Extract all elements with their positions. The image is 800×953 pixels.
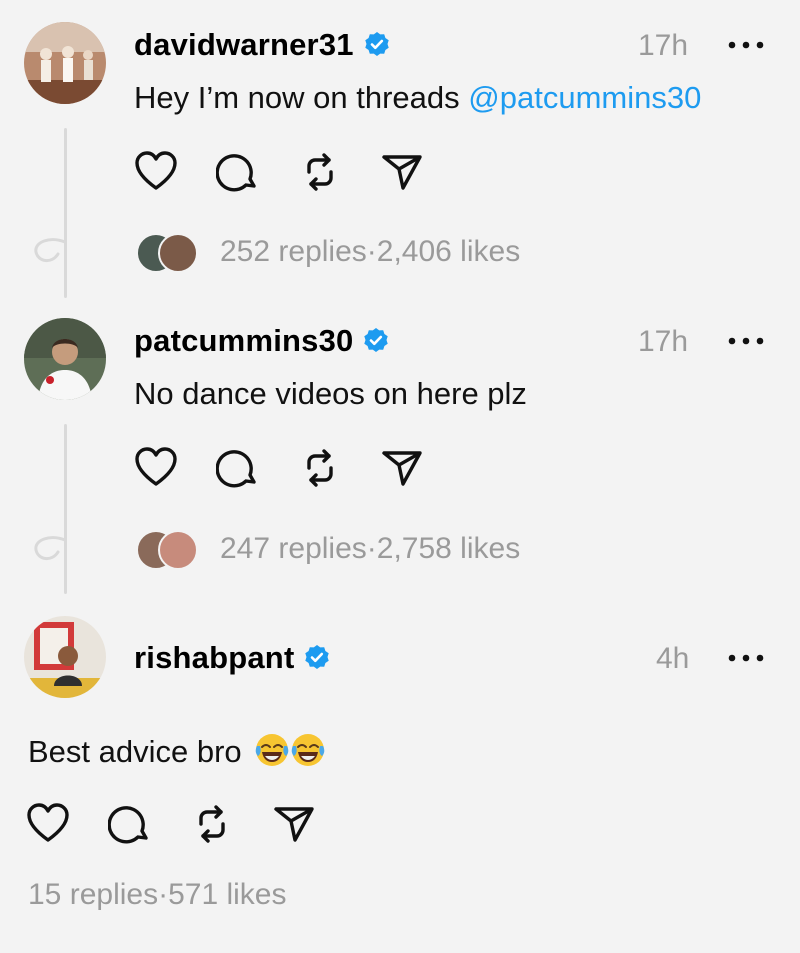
- thread-loop-icon: [34, 238, 67, 262]
- more-dots-icon[interactable]: [726, 653, 766, 663]
- comment-bubble-icon[interactable]: [216, 446, 260, 490]
- action-bar: [26, 802, 354, 846]
- repost-icon[interactable]: [298, 446, 342, 490]
- post-text: Hey I’m now on threads @patcummins30: [134, 80, 702, 115]
- replies-count[interactable]: 247 replies: [220, 532, 367, 566]
- verified-badge-icon: [364, 328, 389, 352]
- more-dots-icon[interactable]: [726, 336, 766, 346]
- thread-loop-icon: [34, 536, 67, 560]
- replies-count[interactable]: 15 replies: [28, 878, 158, 912]
- post-text: Best advice bro 😂😂: [28, 732, 326, 770]
- action-bar: [134, 446, 462, 490]
- send-icon[interactable]: [380, 446, 424, 490]
- repost-icon[interactable]: [190, 802, 234, 846]
- replies-count[interactable]: 252 replies: [220, 235, 367, 269]
- username[interactable]: rishabpant: [134, 640, 331, 676]
- send-icon[interactable]: [272, 802, 316, 846]
- likes-count[interactable]: 571 likes: [168, 878, 286, 912]
- heart-icon[interactable]: [26, 802, 70, 846]
- post-stats: 247 replies · 2,758 likes: [136, 530, 520, 570]
- heart-icon[interactable]: [134, 150, 178, 194]
- avatar: [158, 530, 198, 570]
- timestamp: 4h: [656, 642, 690, 675]
- send-icon[interactable]: [380, 150, 424, 194]
- likes-count[interactable]: 2,406 likes: [377, 235, 520, 269]
- username[interactable]: patcummins30: [134, 323, 390, 359]
- avatar[interactable]: [24, 616, 106, 698]
- timestamp: 17h: [638, 325, 689, 358]
- post-stats: 15 replies · 571 likes: [28, 878, 287, 912]
- reply-avatars: [136, 530, 198, 570]
- thread-line: [64, 128, 67, 298]
- thread-line: [64, 424, 67, 594]
- heart-icon[interactable]: [134, 446, 178, 490]
- post-stats: 252 replies · 2,406 likes: [136, 233, 520, 273]
- avatar[interactable]: [24, 22, 106, 104]
- action-bar: [134, 150, 462, 194]
- post-text: No dance videos on here plz: [134, 376, 527, 411]
- mention-link[interactable]: @patcummins30: [468, 80, 701, 115]
- tears-of-joy-emoji-icon: [256, 734, 289, 766]
- repost-icon[interactable]: [298, 150, 342, 194]
- avatar[interactable]: [24, 318, 106, 400]
- verified-badge-icon: [305, 645, 330, 669]
- timestamp: 17h: [638, 29, 689, 62]
- tears-of-joy-emoji-icon: [292, 734, 325, 766]
- comment-bubble-icon[interactable]: [216, 150, 260, 194]
- reply-avatars: [136, 233, 198, 273]
- more-dots-icon[interactable]: [726, 40, 766, 50]
- comment-bubble-icon[interactable]: [108, 802, 152, 846]
- verified-badge-icon: [365, 32, 389, 56]
- username[interactable]: davidwarner31: [134, 27, 391, 63]
- avatar: [158, 233, 198, 273]
- likes-count[interactable]: 2,758 likes: [377, 532, 520, 566]
